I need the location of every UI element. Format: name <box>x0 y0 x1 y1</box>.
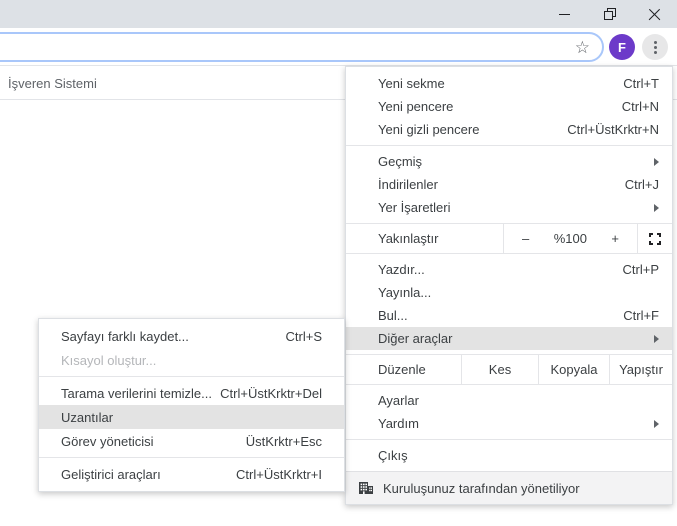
zoom-in-button[interactable]: + <box>611 231 619 246</box>
menu-separator <box>346 439 672 440</box>
more-tools-submenu: Sayfayı farklı kaydet... Ctrl+S Kısayol … <box>38 318 345 492</box>
submenu-arrow-icon <box>654 157 659 166</box>
submenu-item-task-manager[interactable]: Görev yöneticisi ÜstKrktr+Esc <box>39 429 344 453</box>
edit-row: Düzenle Kes Kopyala Yapıştır <box>346 355 672 384</box>
shortcut: Ctrl+P <box>622 262 659 277</box>
shortcut: Ctrl+T <box>623 76 659 91</box>
zoom-controls: – %100 + <box>503 224 638 253</box>
shortcut: Ctrl+J <box>624 177 659 192</box>
restore-icon <box>603 8 616 20</box>
shortcut: Ctrl+N <box>621 99 659 114</box>
menu-item-more-tools[interactable]: Diğer araçlar <box>346 327 672 350</box>
fullscreen-icon <box>649 232 661 245</box>
menu-item-new-tab[interactable]: Yeni sekme Ctrl+T <box>346 72 672 95</box>
menu-item-print[interactable]: Yazdır... Ctrl+P <box>346 258 672 281</box>
more-vertical-icon <box>653 40 657 44</box>
paste-button[interactable]: Yapıştır <box>609 355 672 384</box>
shortcut: Ctrl+ÜstKrktr+Del <box>220 385 322 401</box>
shortcut: Ctrl+ÜstKrktr+N <box>567 122 659 137</box>
menu-separator <box>39 376 344 377</box>
managed-by-organization-row: Kuruluşunuz tarafından yönetiliyor <box>346 471 672 504</box>
cut-button[interactable]: Kes <box>461 355 538 384</box>
chrome-menu-button[interactable] <box>642 34 668 60</box>
menu-separator <box>346 145 672 146</box>
shortcut: Ctrl+F <box>623 308 659 323</box>
menu-item-new-window[interactable]: Yeni pencere Ctrl+N <box>346 95 672 118</box>
submenu-item-clear-browsing-data[interactable]: Tarama verilerini temizle... Ctrl+ÜstKrk… <box>39 381 344 405</box>
edit-label: Düzenle <box>378 362 426 377</box>
menu-separator <box>39 457 344 458</box>
submenu-item-extensions[interactable]: Uzantılar <box>39 405 344 429</box>
submenu-item-developer-tools[interactable]: Geliştirici araçları Ctrl+ÜstKrktr+I <box>39 462 344 486</box>
managed-by-text: Kuruluşunuz tarafından yönetiliyor <box>383 480 580 496</box>
profile-avatar[interactable]: F <box>609 34 635 60</box>
submenu-arrow-icon <box>654 203 659 212</box>
menu-separator <box>346 253 672 254</box>
fullscreen-button[interactable] <box>638 224 672 253</box>
chrome-main-menu: Yeni sekme Ctrl+T Yeni pencere Ctrl+N Ye… <box>345 66 673 505</box>
menu-item-new-incognito-window[interactable]: Yeni gizli pencere Ctrl+ÜstKrktr+N <box>346 118 672 141</box>
menu-item-downloads[interactable]: İndirilenler Ctrl+J <box>346 173 672 196</box>
shortcut: Ctrl+ÜstKrktr+I <box>236 466 322 482</box>
shortcut: ÜstKrktr+Esc <box>245 433 322 449</box>
submenu-item-create-shortcut: Kısayol oluştur... <box>61 352 157 368</box>
menu-separator <box>346 384 672 385</box>
minimize-button[interactable] <box>542 0 587 28</box>
submenu-arrow-icon <box>654 419 659 428</box>
zoom-row: Yakınlaştır – %100 + <box>346 224 672 253</box>
menu-item-settings[interactable]: Ayarlar <box>346 389 672 412</box>
close-button[interactable] <box>632 0 677 28</box>
submenu-arrow-icon <box>654 334 659 343</box>
shortcut: Ctrl+S <box>285 328 322 344</box>
minimize-icon <box>559 13 570 15</box>
zoom-label: Yakınlaştır <box>378 231 439 246</box>
address-bar[interactable]: ☆ <box>0 32 604 62</box>
menu-item-history[interactable]: Geçmiş <box>346 150 672 173</box>
organization-building-icon <box>359 482 373 494</box>
window-title-bar <box>0 0 677 28</box>
copy-button[interactable]: Kopyala <box>538 355 609 384</box>
browser-toolbar: ☆ F <box>0 28 677 66</box>
submenu-item-save-page-as[interactable]: Sayfayı farklı kaydet... Ctrl+S <box>39 324 344 348</box>
menu-item-bookmarks[interactable]: Yer İşaretleri <box>346 196 672 219</box>
bookmark-star-icon[interactable]: ☆ <box>575 39 590 56</box>
menu-item-find[interactable]: Bul... Ctrl+F <box>346 304 672 327</box>
page-title: İşveren Sistemi <box>8 75 97 91</box>
menu-item-cast[interactable]: Yayınla... <box>346 281 672 304</box>
zoom-out-button[interactable]: – <box>522 231 529 246</box>
zoom-level: %100 <box>553 231 587 246</box>
restore-button[interactable] <box>587 0 632 28</box>
menu-item-help[interactable]: Yardım <box>346 412 672 435</box>
close-icon <box>648 8 661 21</box>
menu-item-exit[interactable]: Çıkış <box>346 444 672 467</box>
